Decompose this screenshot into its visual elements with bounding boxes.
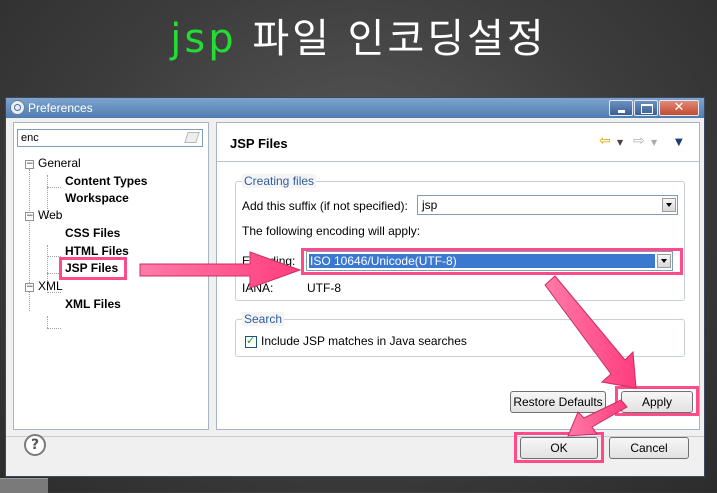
search-group: Search Include JSP matches in Java searc…: [235, 312, 685, 357]
iana-value: UTF-8: [307, 281, 341, 295]
collapse-web-icon[interactable]: −: [25, 212, 34, 221]
creating-files-legend: Creating files: [242, 174, 317, 188]
suffix-label: Add this suffix (if not specified):: [242, 199, 408, 213]
slide-title: jsp 파일 인코딩설정: [0, 6, 717, 64]
iana-label: IANA:: [242, 281, 274, 295]
include-jsp-label[interactable]: Include JSP matches in Java searches: [261, 334, 467, 348]
chevron-down-icon[interactable]: [662, 198, 676, 212]
minimize-button[interactable]: [609, 100, 633, 116]
slide-title-korean: 파일 인코딩설정: [252, 16, 547, 62]
taskbar-fragment: [0, 478, 48, 493]
jsp-files-highlight-box: [59, 257, 127, 280]
filter-input[interactable]: [17, 129, 203, 147]
search-legend: Search: [242, 312, 285, 326]
preferences-app-icon: [10, 100, 25, 115]
tree-line: [47, 187, 61, 188]
tree-item-workspace[interactable]: Workspace: [65, 191, 129, 205]
ok-highlight-box: [514, 432, 604, 463]
window-title: Preferences: [28, 101, 93, 115]
back-arrow-icon[interactable]: ⇦: [599, 133, 611, 149]
close-icon: ✕: [673, 100, 685, 115]
preferences-dialog: Preferences ✕ − General Content Types Wo…: [5, 97, 705, 477]
tree-item-web[interactable]: Web: [38, 208, 62, 222]
back-menu-icon[interactable]: ▼: [617, 138, 623, 147]
tree-item-css-files[interactable]: CSS Files: [65, 226, 120, 240]
include-jsp-checkbox[interactable]: [245, 334, 257, 348]
help-icon[interactable]: ?: [24, 434, 46, 456]
apply-highlight-box: [615, 386, 699, 416]
creating-files-group: Creating files Add this suffix (if not s…: [235, 174, 685, 301]
forward-arrow-icon[interactable]: ⇨: [633, 133, 645, 149]
page-title: JSP Files: [230, 136, 288, 151]
view-menu-icon[interactable]: ▼: [675, 137, 683, 148]
forward-menu-icon[interactable]: ▼: [651, 138, 657, 147]
tree-item-general[interactable]: General: [38, 156, 81, 170]
title-separator: [217, 161, 699, 162]
cancel-button[interactable]: Cancel: [609, 437, 689, 459]
tree-item-content-types[interactable]: Content Types: [65, 174, 147, 188]
restore-defaults-button[interactable]: Restore Defaults: [510, 391, 606, 413]
tree-line: [47, 328, 61, 329]
tree-item-xml[interactable]: XML: [38, 279, 63, 293]
slide-title-jsp: jsp: [170, 16, 237, 62]
collapse-xml-icon[interactable]: −: [25, 283, 34, 292]
suffix-combo[interactable]: jsp: [417, 195, 678, 215]
tree-item-html-files[interactable]: HTML Files: [65, 244, 129, 258]
maximize-button[interactable]: [634, 100, 658, 116]
collapse-general-icon[interactable]: −: [25, 160, 34, 169]
tree-item-xml-files[interactable]: XML Files: [65, 297, 121, 311]
preferences-page: JSP Files ⇦ ▼ ⇨ ▼ ▼ Creating files Add t…: [216, 122, 700, 430]
encoding-note: The following encoding will apply:: [242, 224, 421, 238]
tree-line: [47, 316, 48, 328]
suffix-value: jsp: [422, 198, 438, 212]
encoding-highlight-box: [301, 248, 683, 275]
close-button[interactable]: ✕: [659, 100, 699, 116]
title-bar[interactable]: Preferences ✕: [6, 98, 704, 118]
encoding-label: Encoding:: [242, 254, 296, 268]
